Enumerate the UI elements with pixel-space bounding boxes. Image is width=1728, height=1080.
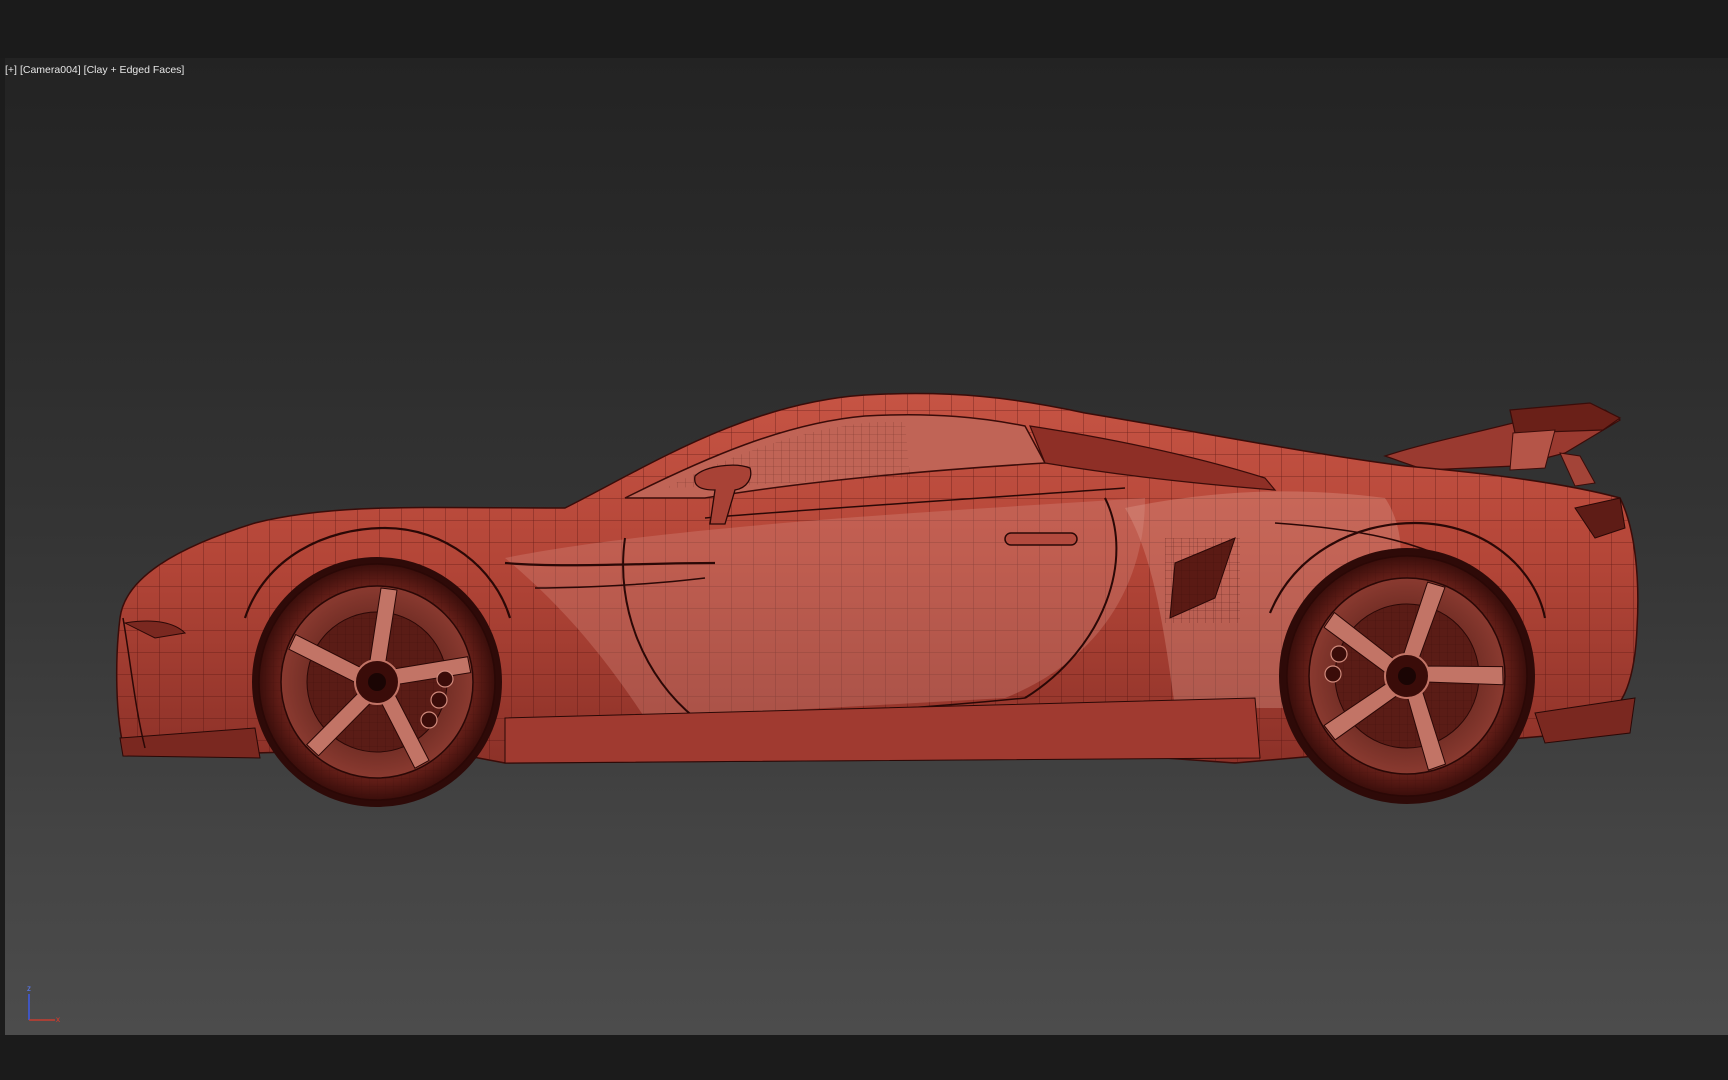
top-bar [0,0,1728,58]
car-model[interactable] [5,58,1728,1035]
front-wheel [252,557,502,807]
rear-wheel [1279,548,1535,804]
x-axis-label: x [56,1015,60,1024]
bottom-bar [0,1035,1728,1080]
axis-gizmo: z x [27,984,60,1024]
viewport-camera004[interactable]: [+] [Camera004] [Clay + Edged Faces] z x [5,58,1728,1035]
z-axis-label: z [27,984,31,993]
